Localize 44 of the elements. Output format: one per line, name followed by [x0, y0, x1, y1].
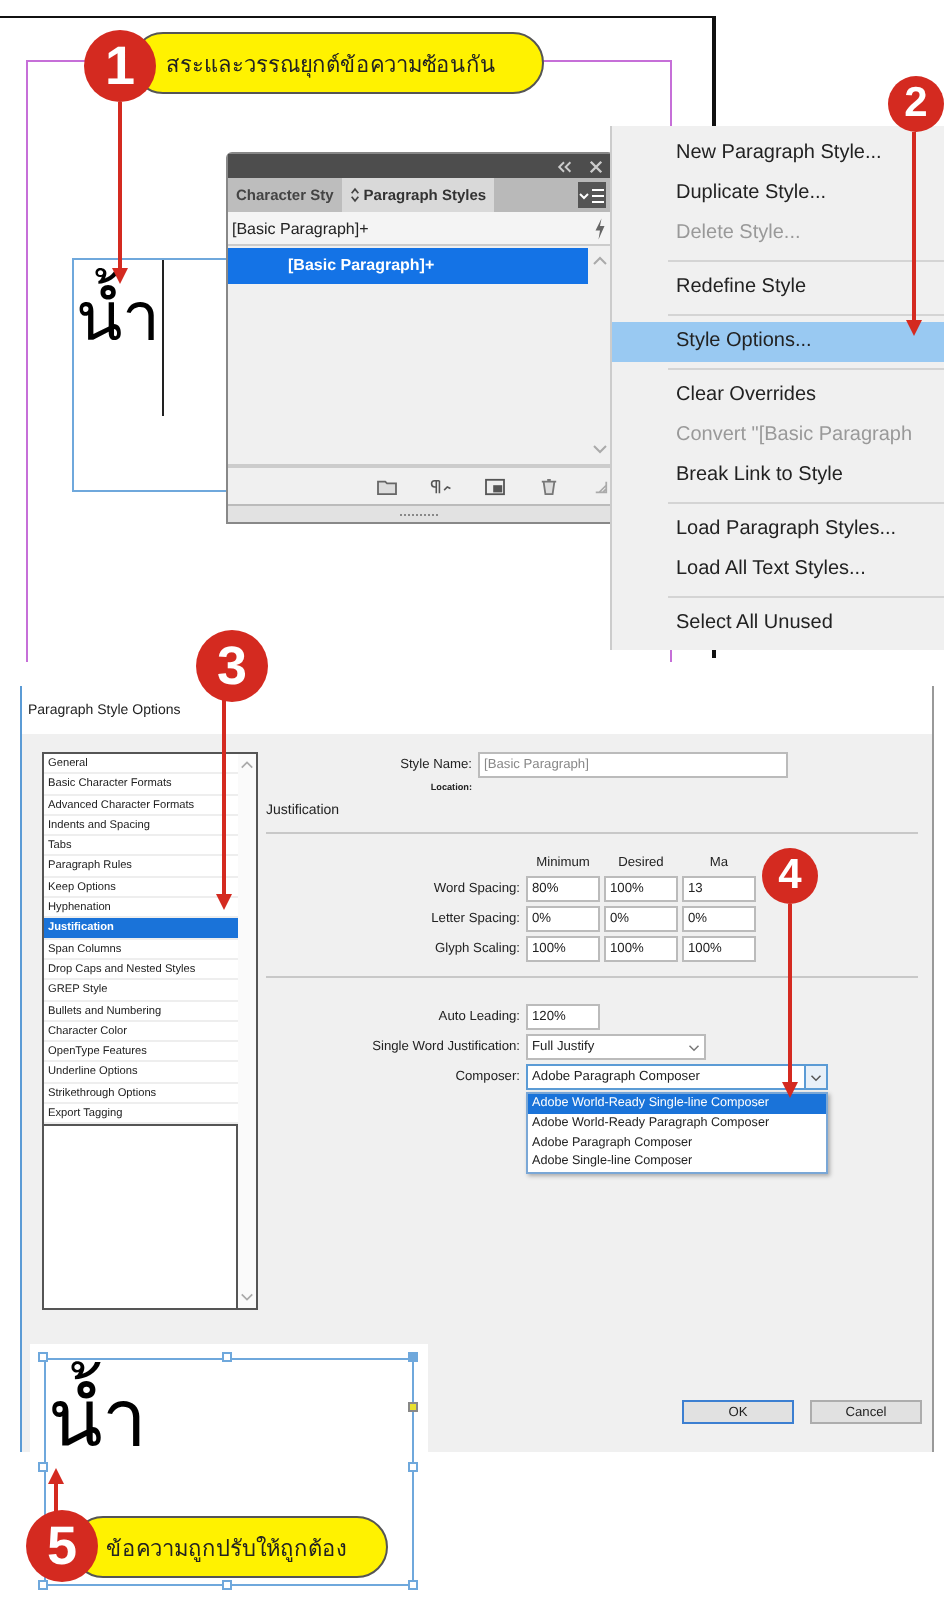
selection-handle[interactable] — [408, 1462, 418, 1472]
frame-text: น้ำ — [76, 264, 160, 372]
selection-handle[interactable] — [408, 1580, 418, 1590]
chevron-down-icon — [688, 1043, 700, 1051]
selection-handle[interactable] — [408, 1402, 418, 1412]
arrow — [48, 1468, 64, 1514]
selection-handle[interactable] — [38, 1352, 48, 1362]
step-badge: 2 — [888, 76, 944, 132]
scrollbar[interactable] — [238, 754, 256, 1308]
panel-menu-button[interactable] — [578, 182, 606, 208]
menu-item[interactable]: Clear Overrides — [612, 376, 944, 416]
current-style-text: [Basic Paragraph]+ — [232, 219, 369, 237]
selection-handle[interactable] — [38, 1580, 48, 1590]
menu-item[interactable]: Select All Unused — [612, 604, 944, 644]
step-badge: 3 — [196, 630, 268, 702]
chevron-down-icon — [810, 1073, 822, 1081]
frame-text: น้ำ — [48, 1360, 146, 1480]
menu-item[interactable]: Load All Text Styles... — [612, 550, 944, 590]
close-icon[interactable] — [588, 159, 604, 173]
pilcrow-icon[interactable] — [430, 477, 452, 495]
lightning-icon[interactable] — [594, 217, 606, 239]
chevron-down-icon[interactable] — [240, 1292, 254, 1302]
selection-handle[interactable] — [38, 1462, 48, 1472]
style-list-item[interactable]: [Basic Paragraph]+ — [228, 248, 588, 284]
menu-item[interactable]: New Paragraph Style... — [612, 134, 944, 174]
resize-grip-icon[interactable] — [594, 479, 608, 493]
menu-item[interactable]: Duplicate Style... — [612, 174, 944, 214]
sort-arrows-icon — [349, 186, 360, 204]
collapse-icon[interactable] — [556, 159, 572, 173]
selection-handle[interactable] — [222, 1352, 232, 1362]
drag-handle-icon[interactable] — [400, 511, 440, 517]
menu-item[interactable]: Style Options... — [612, 322, 944, 362]
folder-icon[interactable] — [376, 477, 398, 495]
selection-handle[interactable] — [222, 1580, 232, 1590]
chevron-up-icon[interactable] — [240, 760, 254, 770]
menu-item[interactable]: Redefine Style — [612, 268, 944, 308]
menu-item[interactable]: Break Link to Style — [612, 456, 944, 496]
chevron-down-icon[interactable] — [592, 444, 608, 454]
trash-icon[interactable] — [538, 477, 560, 495]
step-badge: 1 — [84, 30, 156, 102]
new-style-icon[interactable] — [484, 477, 506, 495]
selection-handle[interactable] — [408, 1352, 418, 1362]
menu-item[interactable]: Load Paragraph Styles... — [612, 510, 944, 550]
chevron-up-icon[interactable] — [592, 256, 608, 266]
